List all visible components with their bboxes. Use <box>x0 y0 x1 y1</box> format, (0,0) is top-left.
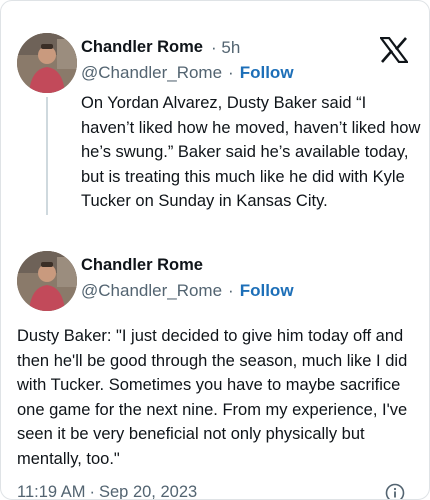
tweet-text: Dusty Baker: "I just decided to give him… <box>17 327 408 468</box>
author-handle[interactable]: @Chandler_Rome <box>81 63 222 82</box>
x-logo-icon[interactable] <box>378 36 410 64</box>
handle-row: @Chandler_Rome · Follow <box>81 281 294 301</box>
separator-dot: · <box>89 483 96 500</box>
thread-line <box>46 97 48 215</box>
tweet-card: Chandler Rome · 5h @Chandler_Rome · Follow… <box>0 0 430 500</box>
tweet-time[interactable]: 11:19 AM <box>17 483 86 499</box>
author-name[interactable]: Chandler Rome <box>81 38 203 57</box>
info-icon[interactable] <box>385 483 405 499</box>
avatar[interactable] <box>17 251 77 311</box>
author-name[interactable]: Chandler Rome <box>81 256 203 275</box>
follow-button[interactable]: Follow <box>240 63 294 82</box>
avatar[interactable] <box>17 33 77 93</box>
separator-dot: · <box>228 281 234 300</box>
separator-dot: · <box>228 63 234 82</box>
time-ago[interactable]: 5h <box>221 38 240 57</box>
follow-button[interactable]: Follow <box>240 281 294 300</box>
tweet-text: On Yordan Alvarez, Dusty Baker said “I h… <box>81 94 421 210</box>
handle-row: @Chandler_Rome · Follow <box>81 63 294 83</box>
tweet-date[interactable]: Sep 20, 2023 <box>99 483 197 499</box>
separator-dot: · <box>211 38 217 57</box>
tweet-footer: 11:19 AM · Sep 20, 2023 <box>17 483 197 500</box>
author-handle[interactable]: @Chandler_Rome <box>81 281 222 300</box>
tweet-timestamp: · 5h <box>211 38 240 58</box>
